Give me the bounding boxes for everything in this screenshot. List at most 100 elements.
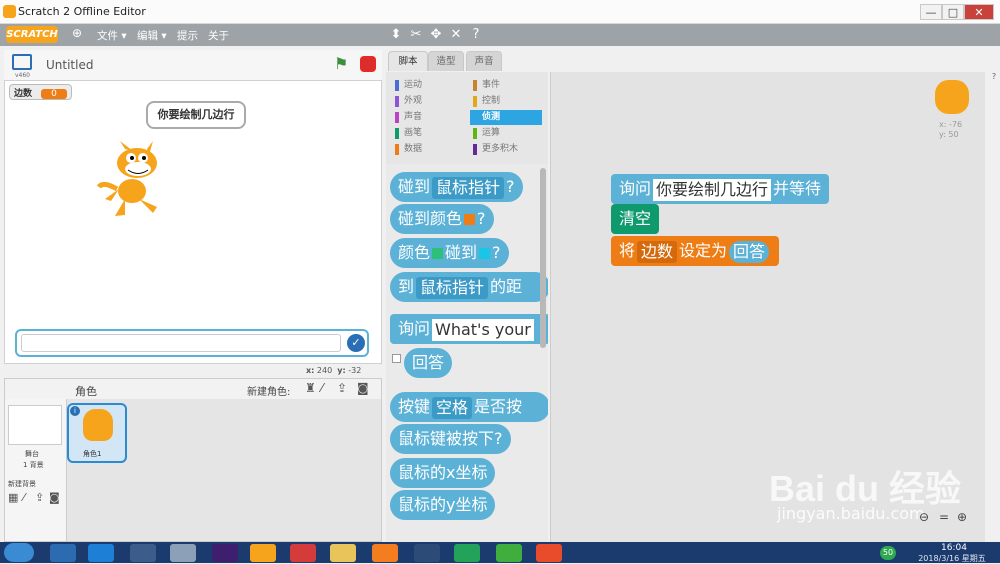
menu-tips[interactable]: 提示 bbox=[177, 28, 198, 43]
tab-sounds[interactable]: 声音 bbox=[466, 51, 502, 71]
category-looks[interactable]: 外观 bbox=[392, 94, 464, 109]
tab-scripts[interactable]: 脚本 bbox=[388, 51, 428, 71]
zoom-out-icon[interactable]: ⊖ bbox=[919, 510, 929, 524]
script-ask-block[interactable]: 询问 你要绘制几边行 并等待 bbox=[611, 174, 830, 204]
duplicate-icon[interactable]: ⬍ bbox=[387, 27, 405, 42]
category-events[interactable]: 事件 bbox=[470, 78, 542, 93]
camtasia-icon[interactable] bbox=[496, 544, 522, 562]
clock-date[interactable]: 2018/3/16 星期五 bbox=[904, 553, 1000, 564]
grow-icon[interactable]: ✥ bbox=[427, 27, 445, 42]
category-motion[interactable]: 运动 bbox=[392, 78, 464, 93]
stop-icon[interactable] bbox=[360, 56, 376, 72]
menu-bar: SCRATCH ⊕ 文件 ▾ 编辑 ▾ 提示 关于 ⬍ ✂ ✥ ✕ ? bbox=[0, 24, 1000, 46]
category-sound[interactable]: 声音 bbox=[392, 110, 464, 125]
help-icon[interactable]: ? bbox=[467, 27, 485, 42]
script-set-value[interactable]: 回答 bbox=[729, 240, 770, 263]
block-mouse-y[interactable]: 鼠标的y坐标 bbox=[390, 490, 496, 520]
script-ask-label: 询问 bbox=[619, 179, 652, 198]
answer-checkbox[interactable] bbox=[392, 354, 401, 363]
category-motion-label: 运动 bbox=[404, 80, 423, 90]
panda-icon[interactable] bbox=[130, 544, 156, 562]
y-coord-label: y: bbox=[337, 366, 346, 375]
block-distance[interactable]: 到鼠标指针 的距 bbox=[390, 272, 548, 302]
stage-thumbnail[interactable] bbox=[8, 405, 62, 445]
block-touching-color[interactable]: 碰到颜色? bbox=[390, 204, 494, 234]
menu-about[interactable]: 关于 bbox=[208, 28, 229, 43]
menu-edit[interactable]: 编辑 ▾ bbox=[137, 28, 167, 43]
stage[interactable]: 边数 0 你要绘制几边行 ✓ bbox=[4, 80, 382, 364]
delete-icon[interactable]: ✂ bbox=[407, 27, 425, 42]
green-flag-icon[interactable]: ⚑ bbox=[334, 54, 348, 73]
scratch-logo[interactable]: SCRATCH bbox=[6, 26, 58, 43]
script-ask-text[interactable]: 你要绘制几边行 bbox=[653, 178, 772, 201]
category-control[interactable]: 控制 bbox=[470, 94, 542, 109]
scratch-taskbar-icon[interactable] bbox=[250, 544, 276, 562]
block-mouse-x[interactable]: 鼠标的x坐标 bbox=[390, 458, 496, 488]
zoom-reset-icon[interactable]: = bbox=[939, 510, 949, 524]
script-scrollbar[interactable]: ? bbox=[988, 72, 1000, 542]
camera-icon[interactable]: ◙ bbox=[357, 381, 369, 395]
color-swatch-orange[interactable] bbox=[464, 214, 476, 225]
block-ask[interactable]: 询问 What's your bbox=[390, 314, 548, 344]
sprite-thumbnail[interactable]: i 角色1 bbox=[67, 403, 127, 463]
app-icon-s[interactable] bbox=[454, 544, 480, 562]
folder-icon[interactable] bbox=[330, 544, 356, 562]
answer-input[interactable] bbox=[21, 334, 341, 352]
category-pen[interactable]: 画笔 bbox=[392, 126, 464, 141]
app-icon-red[interactable] bbox=[536, 544, 562, 562]
upload-icon[interactable]: ⇪ bbox=[337, 381, 347, 395]
category-more-blocks[interactable]: 更多积木 bbox=[470, 142, 542, 157]
zoom-in-icon[interactable]: ⊕ bbox=[957, 510, 967, 524]
backdrop-upload-icon[interactable]: ⇪ bbox=[35, 491, 44, 504]
cat-sprite[interactable] bbox=[95, 141, 175, 226]
block-touching-dropdown[interactable]: 鼠标指针 bbox=[432, 176, 505, 199]
fullscreen-icon[interactable] bbox=[12, 54, 32, 70]
script-set-var-dropdown[interactable]: 边数 bbox=[637, 240, 678, 263]
category-data[interactable]: 数据 bbox=[392, 142, 464, 157]
menu-file[interactable]: 文件 ▾ bbox=[97, 28, 127, 43]
xmind-icon[interactable] bbox=[290, 544, 316, 562]
block-touching-q: ? bbox=[506, 177, 515, 196]
block-distance-dropdown[interactable]: 鼠标指针 bbox=[416, 276, 489, 299]
taskbar-app-icon[interactable] bbox=[50, 544, 76, 562]
tray-badge[interactable]: 50 bbox=[880, 546, 896, 560]
script-area[interactable]: x: -76 y: 50 询问 你要绘制几边行 并等待 清空 将边数 设定为 回答 Ba… bbox=[550, 72, 985, 542]
color-swatch-green[interactable] bbox=[432, 248, 444, 259]
block-key-dropdown[interactable]: 空格 bbox=[432, 396, 473, 419]
globe-icon[interactable]: ⊕ bbox=[72, 26, 82, 40]
shrink-icon[interactable]: ✕ bbox=[447, 27, 465, 42]
people-icon[interactable] bbox=[414, 544, 440, 562]
block-mouse-down[interactable]: 鼠标键被按下? bbox=[390, 424, 511, 454]
help-circle-icon[interactable]: ? bbox=[988, 72, 1000, 86]
block-color-touching[interactable]: 颜色 碰到? bbox=[390, 238, 509, 268]
ie-icon[interactable] bbox=[88, 544, 114, 562]
backdrop-camera-icon[interactable]: ◙ bbox=[49, 491, 60, 504]
backdrop-paint-icon[interactable]: ⁄ bbox=[23, 491, 25, 504]
project-title-input[interactable]: Untitled bbox=[46, 58, 93, 72]
paint-brush-icon[interactable]: ⁄ bbox=[321, 381, 323, 395]
app-icon-c[interactable] bbox=[372, 544, 398, 562]
script-clear-block[interactable]: 清空 bbox=[611, 204, 660, 234]
block-key-pressed[interactable]: 按键 空格 是否按 bbox=[390, 392, 548, 422]
stage-backdrop-count: 1 背景 bbox=[23, 461, 44, 469]
color-swatch-cyan[interactable] bbox=[479, 248, 491, 259]
submit-checkmark-icon[interactable]: ✓ bbox=[347, 334, 365, 352]
calculator-icon[interactable] bbox=[170, 544, 196, 562]
category-sensing[interactable]: 侦测 bbox=[470, 110, 542, 125]
clock-time[interactable]: 16:04 bbox=[924, 543, 984, 553]
tab-costumes[interactable]: 造型 bbox=[428, 51, 464, 71]
block-touching[interactable]: 碰到 鼠标指针? bbox=[390, 172, 523, 202]
info-icon[interactable]: i bbox=[70, 406, 80, 416]
block-ask-text[interactable]: What's your bbox=[432, 318, 534, 341]
backdrop-library-icon[interactable]: ▦ bbox=[8, 491, 18, 504]
close-button[interactable]: ✕ bbox=[964, 4, 994, 20]
palette-scrollbar[interactable] bbox=[540, 168, 546, 348]
category-operators[interactable]: 运算 bbox=[470, 126, 542, 141]
start-button-icon[interactable] bbox=[4, 543, 34, 562]
script-set-block[interactable]: 将边数 设定为 回答 bbox=[611, 236, 780, 266]
block-answer[interactable]: 回答 bbox=[404, 348, 453, 378]
minimize-button[interactable]: — bbox=[920, 4, 942, 20]
sprite-library-icon[interactable]: ♜ bbox=[305, 381, 316, 395]
after-effects-icon[interactable] bbox=[212, 544, 238, 562]
maximize-button[interactable]: □ bbox=[942, 4, 964, 20]
